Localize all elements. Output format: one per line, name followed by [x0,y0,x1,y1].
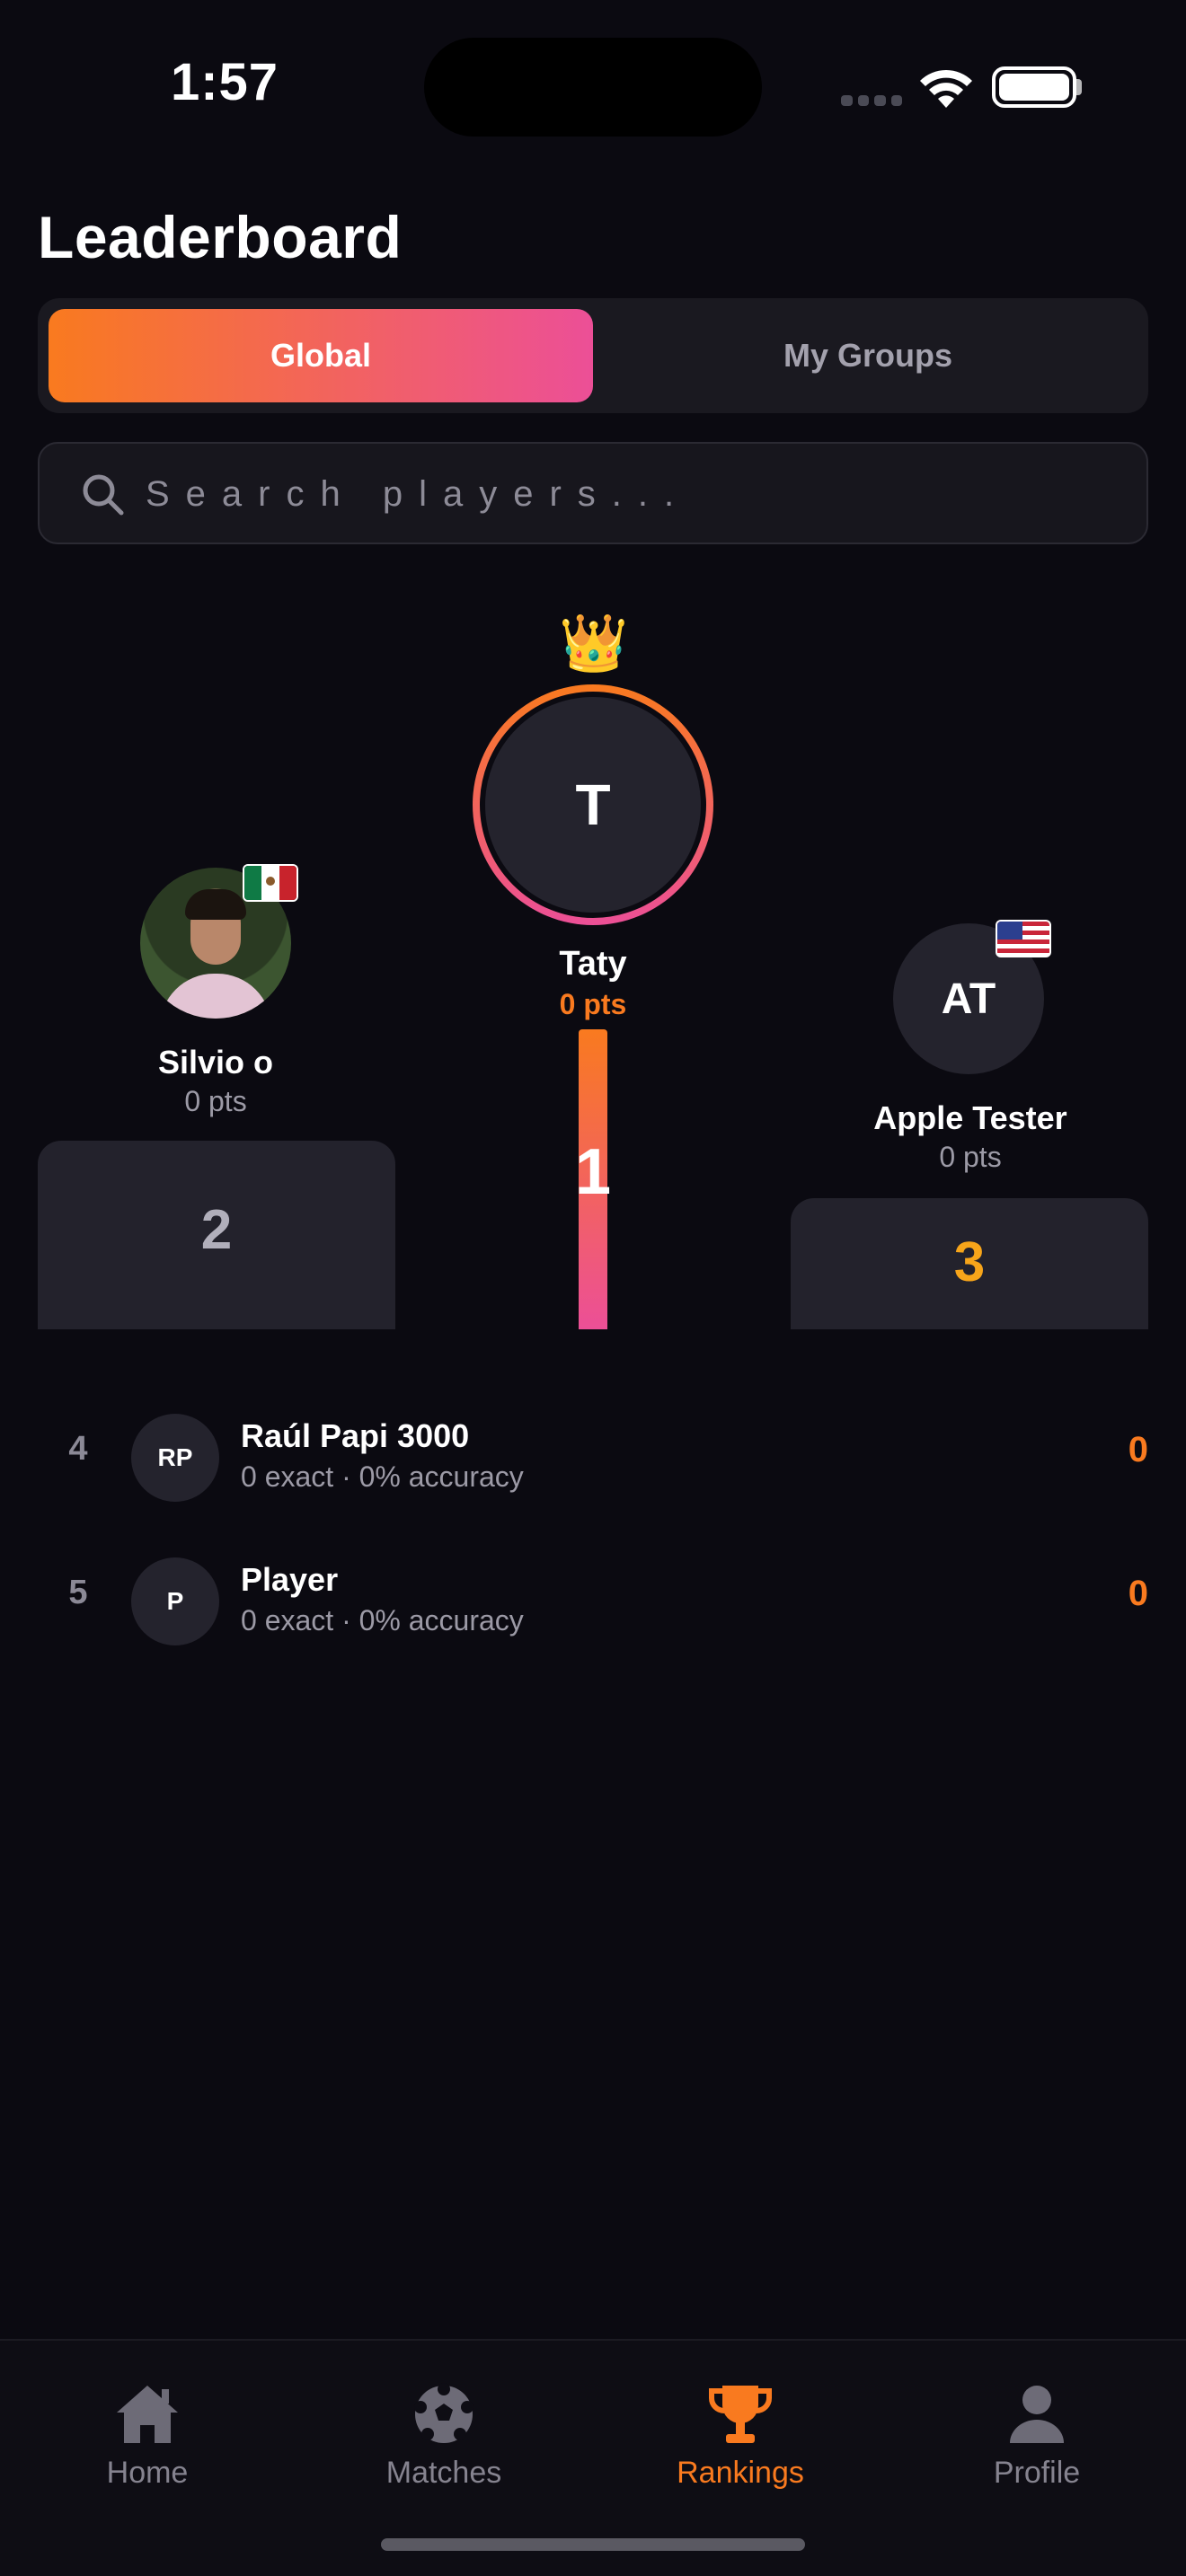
tab-profile[interactable]: Profile [902,2380,1172,2491]
global-tab[interactable]: Global [49,309,593,402]
player-stats: 0 exact · 0% accuracy [241,1460,524,1493]
second-place-rank: 2 [200,1199,233,1261]
avatar: RP [131,1414,219,1502]
mexico-flag-icon [243,864,298,902]
person-icon [1010,2386,1064,2443]
tab-matches[interactable]: Matches [309,2380,579,2491]
ranking-row[interactable]: 4 RP Raúl Papi 3000 0 exact · 0% accurac… [38,1405,1148,1513]
battery-icon [992,66,1076,108]
leaderboard-scope-toggle: Global My Groups [38,298,1148,413]
player-stats: 0 exact · 0% accuracy [241,1604,524,1636]
player-points: 0 [1128,1430,1148,1469]
tab-label: Home [106,2456,189,2490]
first-place-rank: 1 [574,1136,612,1208]
my-groups-tab[interactable]: My Groups [598,309,1137,402]
player-name: Player [241,1561,339,1598]
first-place-initials: T [480,692,706,918]
trophy-icon [709,2386,772,2443]
soccer-ball-icon [414,2383,474,2443]
first-place-points: 0 pts [559,988,627,1020]
third-place-rank: 3 [953,1231,986,1293]
player-name: Raúl Papi 3000 [241,1417,470,1454]
tab-rankings[interactable]: Rankings [606,2380,875,2491]
first-place-name: Taty [559,945,627,983]
avatar: P [131,1557,219,1645]
third-place-points: 0 pts [939,1141,1002,1173]
player-points: 0 [1128,1574,1148,1613]
row-rank: 5 [68,1574,88,1611]
second-place-points: 0 pts [184,1085,247,1117]
third-place-name: Apple Tester [873,1099,1067,1136]
tab-label: Rankings [677,2456,804,2490]
ranking-row[interactable]: 5 P Player 0 exact · 0% accuracy 0 [38,1548,1148,1656]
tab-label: Matches [385,2456,502,2490]
tab-label: Profile [993,2456,1081,2490]
row-rank: 4 [68,1430,88,1468]
crown-icon: 👑 [559,613,629,675]
cellular-signal-icon [841,95,902,106]
search-bar[interactable] [38,442,1148,544]
search-icon [83,474,124,516]
search-input[interactable] [146,462,1116,526]
status-time: 1:57 [170,53,279,111]
home-indicator [381,2538,805,2551]
page-title: Leaderboard [38,204,403,270]
usa-flag-icon [996,920,1051,957]
tab-home[interactable]: Home [13,2380,282,2491]
wifi-icon [920,69,972,108]
home-icon [117,2386,178,2443]
second-place-name: Silvio o [157,1044,274,1081]
first-place-avatar[interactable]: T [473,684,713,925]
battery-cap [1076,79,1082,95]
dynamic-island [424,38,762,137]
